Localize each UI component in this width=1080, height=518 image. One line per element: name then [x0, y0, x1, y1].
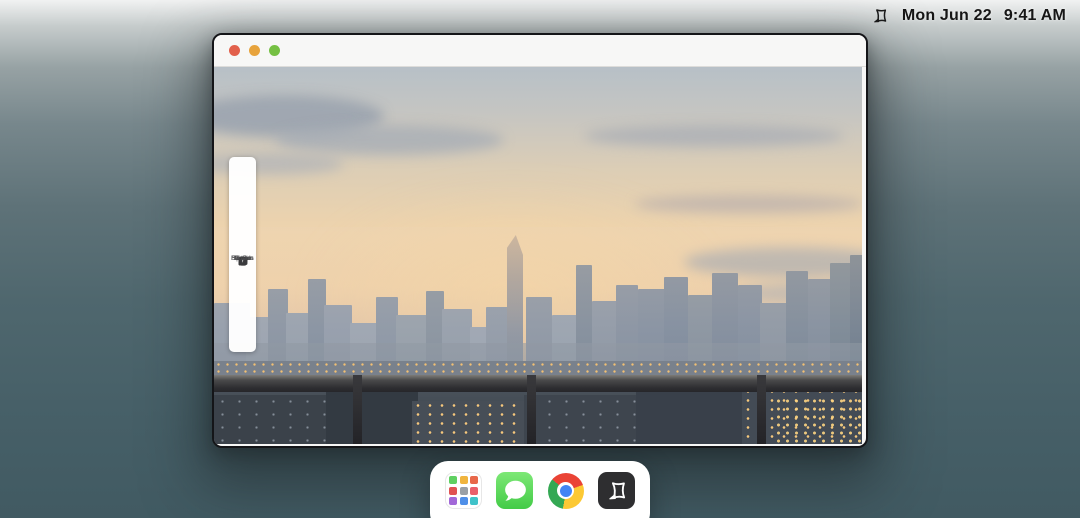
- traffic-light-minimize[interactable]: [249, 45, 260, 56]
- menubar-date: Mon Jun 22: [901, 7, 992, 24]
- dock-item-launchpad[interactable]: [445, 472, 482, 509]
- traffic-light-zoom[interactable]: [269, 45, 280, 56]
- foreground-building: [214, 395, 332, 444]
- window-titlebar[interactable]: [214, 35, 866, 67]
- messages-bubble-icon: [504, 480, 526, 501]
- city-lights-cluster: [774, 397, 862, 443]
- launchpad-cell: [470, 486, 478, 495]
- foreground-building: [412, 401, 530, 444]
- dock-item-flow-app[interactable]: [598, 472, 635, 509]
- railing-post: [757, 375, 766, 444]
- foreground-building: [326, 389, 418, 444]
- chrome-icon: [547, 472, 584, 509]
- wallpaper-photo: Spaces Timer Media: [214, 67, 862, 444]
- sidebar-item-label: Fortune: [231, 254, 254, 262]
- launchpad-cell: [459, 476, 468, 484]
- launchpad-cell: [449, 486, 457, 495]
- foreground-building: [524, 395, 642, 444]
- dock-item-chrome[interactable]: [547, 472, 584, 509]
- launchpad-cell: [470, 497, 478, 505]
- flow-app-icon: [873, 9, 887, 23]
- railing-post: [527, 375, 536, 444]
- flow-app-icon: [608, 481, 625, 499]
- launchpad-cell: [449, 497, 457, 505]
- launchpad-cell: [470, 476, 478, 484]
- app-window: Spaces Timer Media: [212, 33, 868, 448]
- traffic-light-close[interactable]: [229, 45, 240, 56]
- desktop: Mon Jun 22 9:41 AM Media Sounds To-Do No…: [0, 0, 1080, 518]
- dock-item-messages[interactable]: [496, 472, 533, 509]
- launchpad-cell: [459, 486, 468, 495]
- dock: [430, 461, 650, 518]
- widget-sidebar: Spaces Timer Media: [229, 157, 256, 352]
- foreground-building: [636, 391, 748, 444]
- launchpad-cell: [449, 476, 457, 484]
- launchpad-cell: [459, 497, 468, 505]
- menubar-clock: Mon Jun 22 9:41 AM: [870, 6, 1066, 26]
- menubar-time: 9:41 AM: [1003, 7, 1066, 24]
- railing-post: [353, 375, 362, 444]
